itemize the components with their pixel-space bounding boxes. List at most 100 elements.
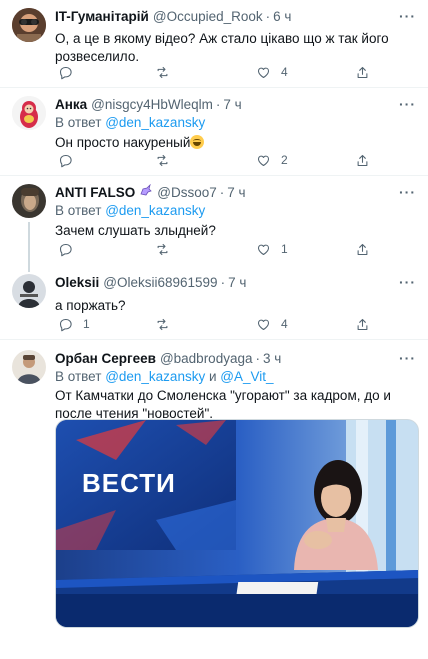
mention-link[interactable]: @den_kazansky (105, 115, 205, 130)
tweet-text: Зачем слушать злыдней? (55, 223, 216, 238)
like-button[interactable]: 1 (256, 242, 288, 257)
mention-link[interactable]: @den_kazansky (105, 203, 205, 218)
tweet-header: IT-Гуманітарій @Occupied_Rook · 6 ч (55, 8, 416, 25)
tweet-actions: 2 (55, 151, 385, 169)
avatar[interactable] (12, 350, 46, 384)
timestamp[interactable]: 7 ч (228, 274, 246, 291)
reply-conjunction: и (208, 369, 217, 384)
more-options-icon[interactable]: ··· (399, 274, 416, 290)
retweet-button[interactable] (155, 317, 180, 332)
reply-button[interactable] (58, 153, 83, 168)
tweet-text: Он просто накуреный (55, 134, 416, 152)
share-icon (357, 66, 368, 78)
timestamp[interactable]: 3 ч (263, 350, 281, 367)
retweet-button[interactable] (155, 65, 180, 80)
reply-icon (59, 66, 72, 79)
share-button[interactable] (355, 153, 370, 168)
reply-icon (59, 154, 72, 167)
reply-context: В ответ @den_kazansky (55, 202, 416, 219)
author-name[interactable]: IT-Гуманітарій (55, 8, 149, 25)
like-button[interactable]: 4 (256, 65, 288, 80)
tweet-text: а поржать? (55, 298, 126, 313)
reply-icon (59, 243, 72, 256)
tweet-header: ANTI FALSO @Dssoo7 · 7 ч (55, 183, 416, 201)
retweet-icon (157, 154, 168, 166)
separator: · (215, 97, 221, 112)
heart-icon (257, 155, 270, 166)
reply-icon (59, 318, 72, 331)
tweet-header: Орбан Сергеев @badbrodyaga · 3 ч (55, 350, 416, 367)
separator: · (220, 275, 226, 290)
tweet-actions: 1 (55, 240, 385, 258)
heart-icon (257, 67, 270, 78)
retweet-icon (157, 66, 168, 78)
reply-context: В ответ @den_kazansky и @A_Vit_ (55, 368, 416, 385)
grinning-face-emoji (190, 135, 205, 149)
reply-button[interactable] (58, 65, 83, 80)
reply-count: 1 (83, 317, 90, 331)
reply-button[interactable]: 1 (58, 317, 90, 332)
share-button[interactable] (355, 65, 370, 80)
like-button[interactable]: 2 (256, 153, 288, 168)
timestamp[interactable]: 6 ч (273, 8, 291, 25)
separator: · (265, 9, 271, 24)
more-options-icon[interactable]: ··· (399, 96, 416, 112)
thread-line (28, 222, 30, 264)
timestamp[interactable]: 7 ч (223, 96, 241, 113)
tweet-text: От Камчатки до Смоленска "угорают" за ка… (55, 388, 391, 421)
avatar[interactable] (12, 184, 46, 218)
mention-link[interactable]: @den_kazansky (105, 369, 205, 384)
tweet-4[interactable]: Oleksii @Oleksii68961599 · 7 ч ··· а пор… (0, 264, 428, 340)
avatar[interactable] (12, 274, 46, 308)
more-options-icon[interactable]: ··· (399, 350, 416, 366)
avatar[interactable] (12, 8, 46, 42)
share-button[interactable] (355, 317, 370, 332)
author-handle[interactable]: @nisgcy4HbWleqlm (91, 96, 213, 113)
share-button[interactable] (355, 242, 370, 257)
share-icon (357, 154, 368, 166)
author-handle[interactable]: @Dssoo7 (157, 184, 216, 201)
more-options-icon[interactable]: ··· (399, 184, 416, 200)
author-handle[interactable]: @Oleksii68961599 (103, 274, 217, 291)
author-name[interactable]: Орбан Сергеев (55, 350, 156, 367)
more-options-icon[interactable]: ··· (399, 8, 416, 24)
author-handle[interactable]: @Occupied_Rook (153, 8, 263, 25)
reply-prefix: В ответ (55, 203, 102, 218)
author-name[interactable]: Анка (55, 96, 87, 113)
tweet-1[interactable]: IT-Гуманітарій @Occupied_Rook · 6 ч ··· … (0, 0, 428, 88)
tweet-2[interactable]: Анка @nisgcy4HbWleqlm · 7 ч ··· В ответ … (0, 88, 428, 176)
tweet-3[interactable]: ANTI FALSO @Dssoo7 · 7 ч ··· В ответ @de… (0, 176, 428, 264)
separator: · (255, 351, 260, 366)
tweet-actions: 1 4 (55, 315, 385, 333)
reply-button[interactable] (58, 242, 83, 257)
like-button[interactable]: 4 (256, 317, 288, 332)
retweet-button[interactable] (155, 242, 180, 257)
author-name[interactable]: Oleksii (55, 274, 99, 291)
reply-context: В ответ @den_kazansky (55, 114, 416, 131)
reply-prefix: В ответ (55, 369, 102, 384)
tweet-actions: 4 (55, 63, 385, 81)
author-name[interactable]: ANTI FALSO (55, 184, 135, 201)
retweet-icon (157, 318, 168, 330)
timestamp[interactable]: 7 ч (227, 184, 245, 201)
like-count: 4 (281, 65, 288, 79)
author-handle[interactable]: @badbrodyaga (160, 350, 253, 367)
tweet-text: О, а це в якому відео? Аж стало цікаво щ… (55, 31, 389, 64)
heart-icon (257, 319, 270, 330)
share-icon (357, 318, 368, 330)
news-studio-image (56, 420, 418, 627)
tweet-header: Oleksii @Oleksii68961599 · 7 ч (55, 274, 416, 291)
reply-prefix: В ответ (55, 115, 102, 130)
tweet-media-image[interactable]: ВЕСТИ (55, 419, 419, 628)
like-count: 2 (281, 153, 288, 167)
retweet-button[interactable] (155, 153, 180, 168)
unicorn-icon (139, 183, 153, 201)
thread-line (28, 264, 30, 272)
tweet-text-content: Он просто накуреный (55, 135, 191, 150)
share-icon (357, 243, 368, 255)
avatar[interactable] (12, 96, 46, 130)
tweet-header: Анка @nisgcy4HbWleqlm · 7 ч (55, 96, 416, 113)
heart-icon (257, 244, 270, 255)
channel-logo: ВЕСТИ (82, 468, 176, 498)
mention-link[interactable]: @A_Vit_ (220, 369, 273, 384)
